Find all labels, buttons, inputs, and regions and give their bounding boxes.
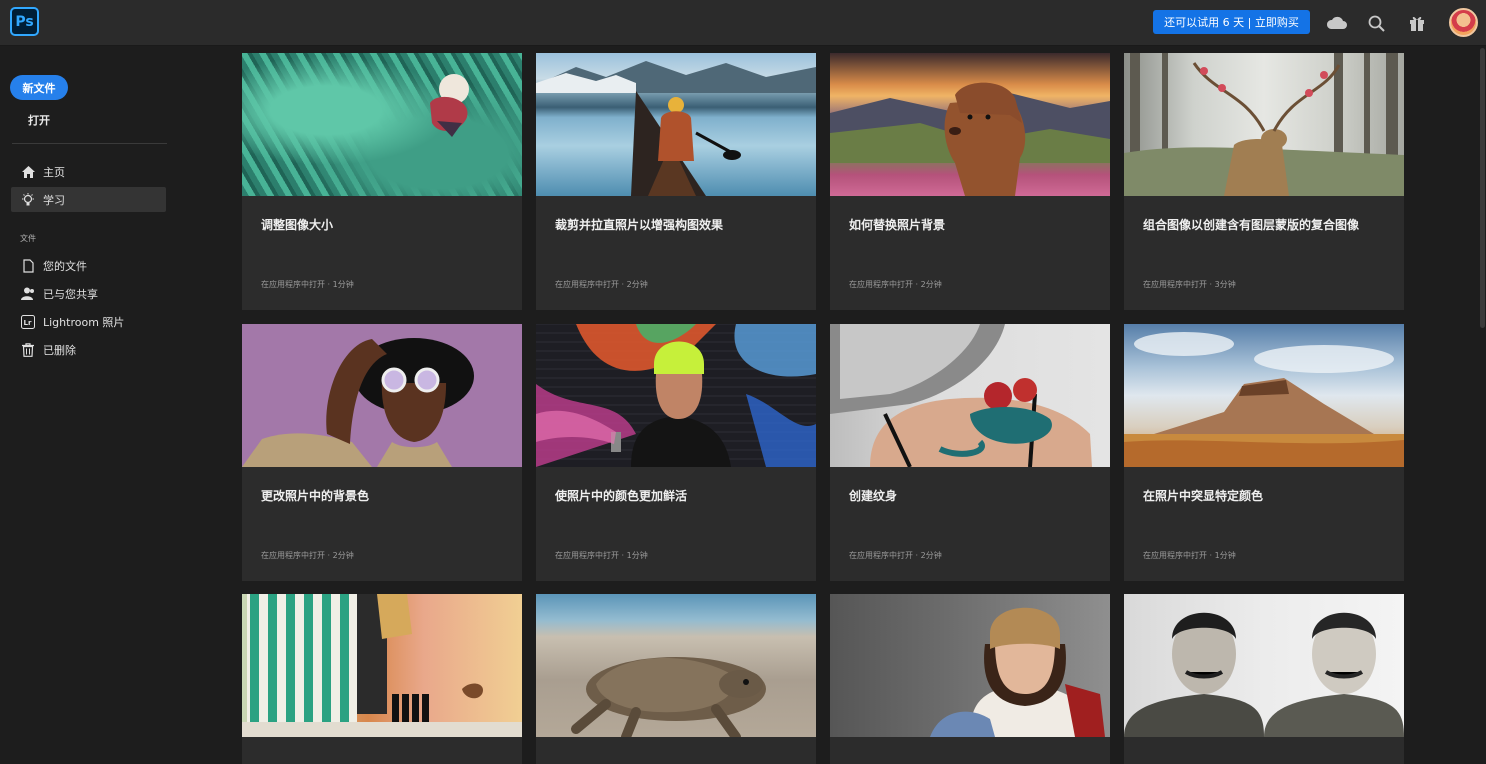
sidebar-item-label: 主页: [43, 165, 65, 179]
tutorial-card[interactable]: 更改照片中的背景色 在应用程序中打开 · 2分钟: [242, 324, 522, 581]
tutorial-title: 创建纹身: [849, 489, 898, 503]
tutorial-title: 如何替换照片背景: [849, 218, 946, 232]
sidebar-item-home[interactable]: 主页: [11, 159, 166, 184]
files-section-label: 文件: [20, 234, 36, 243]
home-icon: [20, 164, 36, 180]
tutorial-thumbnail: [242, 594, 522, 737]
sidebar-item-lightroom[interactable]: Lr Lightroom 照片: [11, 309, 166, 334]
top-bar: Ps 还可以试用 6 天 | 立即购买: [0, 0, 1486, 46]
open-button[interactable]: 打开: [28, 112, 50, 128]
tutorial-card[interactable]: [830, 594, 1110, 764]
sidebar-divider: [12, 143, 167, 144]
tutorial-thumbnail: [1124, 324, 1404, 467]
tutorial-thumbnail: [536, 53, 816, 196]
gift-icon[interactable]: [1405, 11, 1429, 35]
sidebar-item-your-files[interactable]: 您的文件: [11, 253, 166, 278]
photoshop-logo[interactable]: Ps: [10, 7, 39, 36]
tutorial-thumbnail: [830, 53, 1110, 196]
scrollbar-thumb[interactable]: [1480, 48, 1485, 328]
tutorial-card[interactable]: 如何替换照片背景 在应用程序中打开 · 2分钟: [830, 53, 1110, 310]
sidebar-item-shared[interactable]: 已与您共享: [11, 281, 166, 306]
tutorial-card[interactable]: 在照片中突显特定颜色 在应用程序中打开 · 1分钟: [1124, 324, 1404, 581]
tutorial-card[interactable]: 裁剪并拉直照片以增强构图效果 在应用程序中打开 · 2分钟: [536, 53, 816, 310]
lightbulb-icon: [20, 192, 36, 208]
tutorial-thumbnail: [536, 324, 816, 467]
sidebar-item-label: 已删除: [43, 343, 76, 357]
tutorial-meta: 在应用程序中打开 · 2分钟: [555, 280, 648, 289]
tutorial-card[interactable]: 使照片中的颜色更加鲜活 在应用程序中打开 · 1分钟: [536, 324, 816, 581]
sidebar: 新文件 打开 主页 学习 文件 您的文件 已与您共享 Lr Lightroom …: [0, 47, 178, 756]
tutorial-meta: 在应用程序中打开 · 1分钟: [261, 280, 354, 289]
tutorial-card[interactable]: 创建纹身 在应用程序中打开 · 2分钟: [830, 324, 1110, 581]
search-icon[interactable]: [1364, 11, 1388, 35]
trash-icon: [20, 342, 36, 358]
tutorial-meta: 在应用程序中打开 · 2分钟: [849, 280, 942, 289]
new-file-button[interactable]: 新文件: [10, 75, 68, 100]
tutorial-card[interactable]: [536, 594, 816, 764]
tutorial-thumbnail: [1124, 53, 1404, 196]
document-icon: [20, 258, 36, 274]
tutorial-meta: 在应用程序中打开 · 3分钟: [1143, 280, 1236, 289]
svg-text:Lr: Lr: [24, 319, 32, 327]
tutorial-thumbnail: [830, 594, 1110, 737]
sidebar-item-label: 已与您共享: [43, 287, 98, 301]
tutorial-title: 裁剪并拉直照片以增强构图效果: [555, 218, 724, 232]
tutorial-thumbnail: [242, 53, 522, 196]
shared-users-icon: [20, 286, 36, 302]
tutorial-card[interactable]: [1124, 594, 1404, 764]
trial-purchase-button[interactable]: 还可以试用 6 天 | 立即购买: [1153, 10, 1310, 34]
tutorial-meta: 在应用程序中打开 · 2分钟: [261, 551, 354, 560]
sidebar-item-label: 学习: [43, 193, 65, 207]
tutorial-card[interactable]: [242, 594, 522, 764]
tutorial-thumbnail: [1124, 594, 1404, 737]
sidebar-item-deleted[interactable]: 已删除: [11, 337, 166, 362]
cloud-icon[interactable]: [1325, 11, 1349, 35]
sidebar-item-learn[interactable]: 学习: [11, 187, 166, 212]
tutorial-title: 更改照片中的背景色: [261, 489, 370, 503]
tutorial-meta: 在应用程序中打开 · 2分钟: [849, 551, 942, 560]
tutorial-card[interactable]: 调整图像大小 在应用程序中打开 · 1分钟: [242, 53, 522, 310]
user-avatar[interactable]: [1449, 8, 1478, 37]
tutorial-card[interactable]: 组合图像以创建含有图层蒙版的复合图像 在应用程序中打开 · 3分钟: [1124, 53, 1404, 310]
tutorial-thumbnail: [242, 324, 522, 467]
tutorial-meta: 在应用程序中打开 · 1分钟: [1143, 551, 1236, 560]
tutorial-title: 使照片中的颜色更加鲜活: [555, 489, 688, 503]
tutorial-title: 组合图像以创建含有图层蒙版的复合图像: [1143, 218, 1360, 232]
tutorial-thumbnail: [830, 324, 1110, 467]
tutorial-title: 在照片中突显特定颜色: [1143, 489, 1264, 503]
sidebar-item-label: Lightroom 照片: [43, 315, 125, 329]
tutorial-title: 调整图像大小: [261, 218, 334, 232]
tutorial-thumbnail: [536, 594, 816, 737]
lightroom-icon: Lr: [20, 314, 36, 330]
sidebar-item-label: 您的文件: [43, 259, 87, 273]
tutorial-meta: 在应用程序中打开 · 1分钟: [555, 551, 648, 560]
